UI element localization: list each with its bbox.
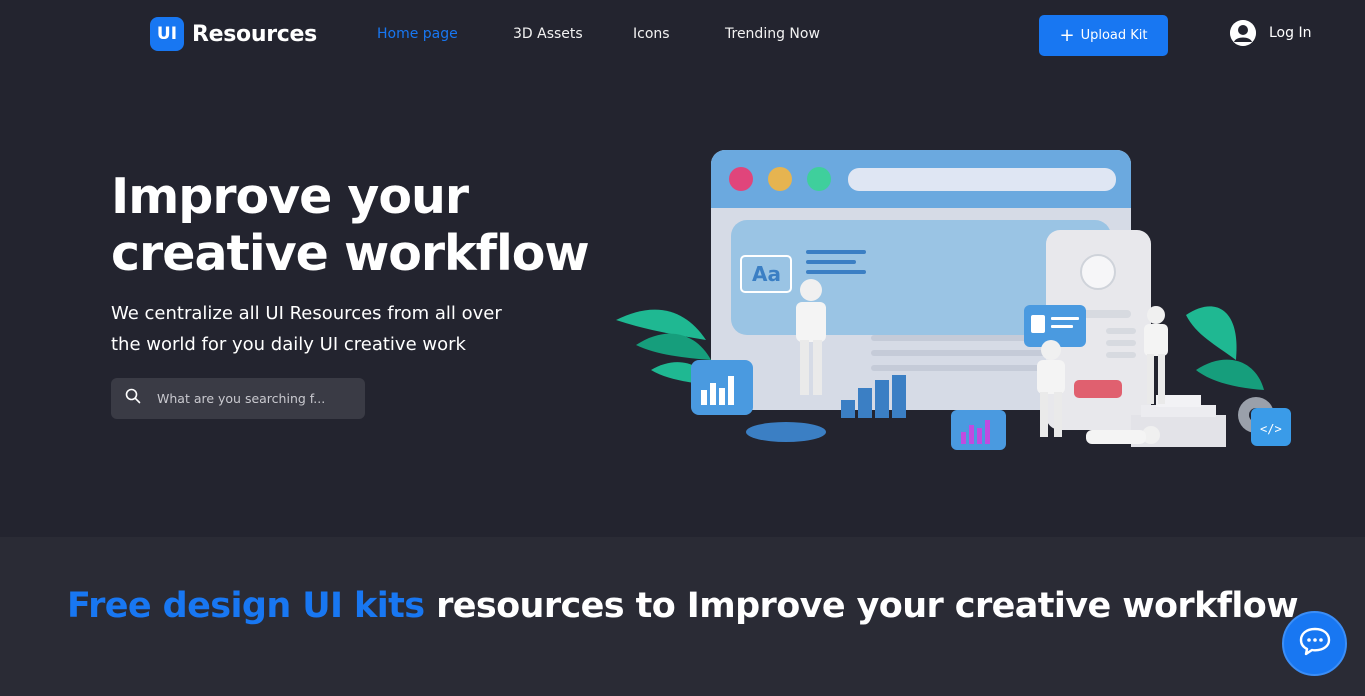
site-logo[interactable]: UI Resources <box>150 17 317 51</box>
hero-illustration: Aa </> <box>616 150 1291 450</box>
user-avatar-icon <box>1230 20 1256 46</box>
features-section: Free design UI kits resources to Improve… <box>0 537 1365 696</box>
nav-item-icons[interactable]: Icons <box>633 26 725 42</box>
hero-subtitle: We centralize all UI Resources from all … <box>111 303 502 355</box>
search-bar[interactable] <box>111 378 365 419</box>
plus-icon: + <box>1059 24 1075 46</box>
logo-text: Resources <box>192 21 317 47</box>
pie-disc <box>746 422 826 442</box>
search-icon <box>125 388 141 409</box>
svg-text:</>: </> <box>1260 422 1282 436</box>
upload-kit-label: Upload Kit <box>1080 28 1148 43</box>
login-label: Log In <box>1269 25 1312 41</box>
main-nav: Home page 3D Assets Icons Trending Now <box>377 26 820 42</box>
illustration-aa-text: Aa <box>752 262 781 286</box>
features-title: Free design UI kits resources to Improve… <box>0 585 1365 628</box>
chart-card-right <box>951 410 1006 450</box>
nav-item-home-page[interactable]: Home page <box>377 26 513 42</box>
upload-kit-button[interactable]: + Upload Kit <box>1039 15 1168 56</box>
chart-card-left <box>691 360 753 415</box>
chat-bubble-icon <box>1298 624 1332 663</box>
features-title-rest: resources to Improve your creative workf… <box>424 586 1298 626</box>
chat-button[interactable] <box>1282 611 1347 676</box>
hero-title: Improve your creative workflow <box>111 168 590 282</box>
nav-item-3d-assets[interactable]: 3D Assets <box>513 26 633 42</box>
login-button[interactable]: Log In <box>1230 20 1311 46</box>
logo-badge: UI <box>150 17 184 51</box>
search-input[interactable] <box>157 391 337 406</box>
nav-item-trending-now[interactable]: Trending Now <box>725 26 820 42</box>
plant-right <box>1186 306 1264 390</box>
top-navbar: UI Resources Home page 3D Assets Icons T… <box>0 0 1365 70</box>
features-title-highlight: Free design UI kits <box>67 586 425 626</box>
